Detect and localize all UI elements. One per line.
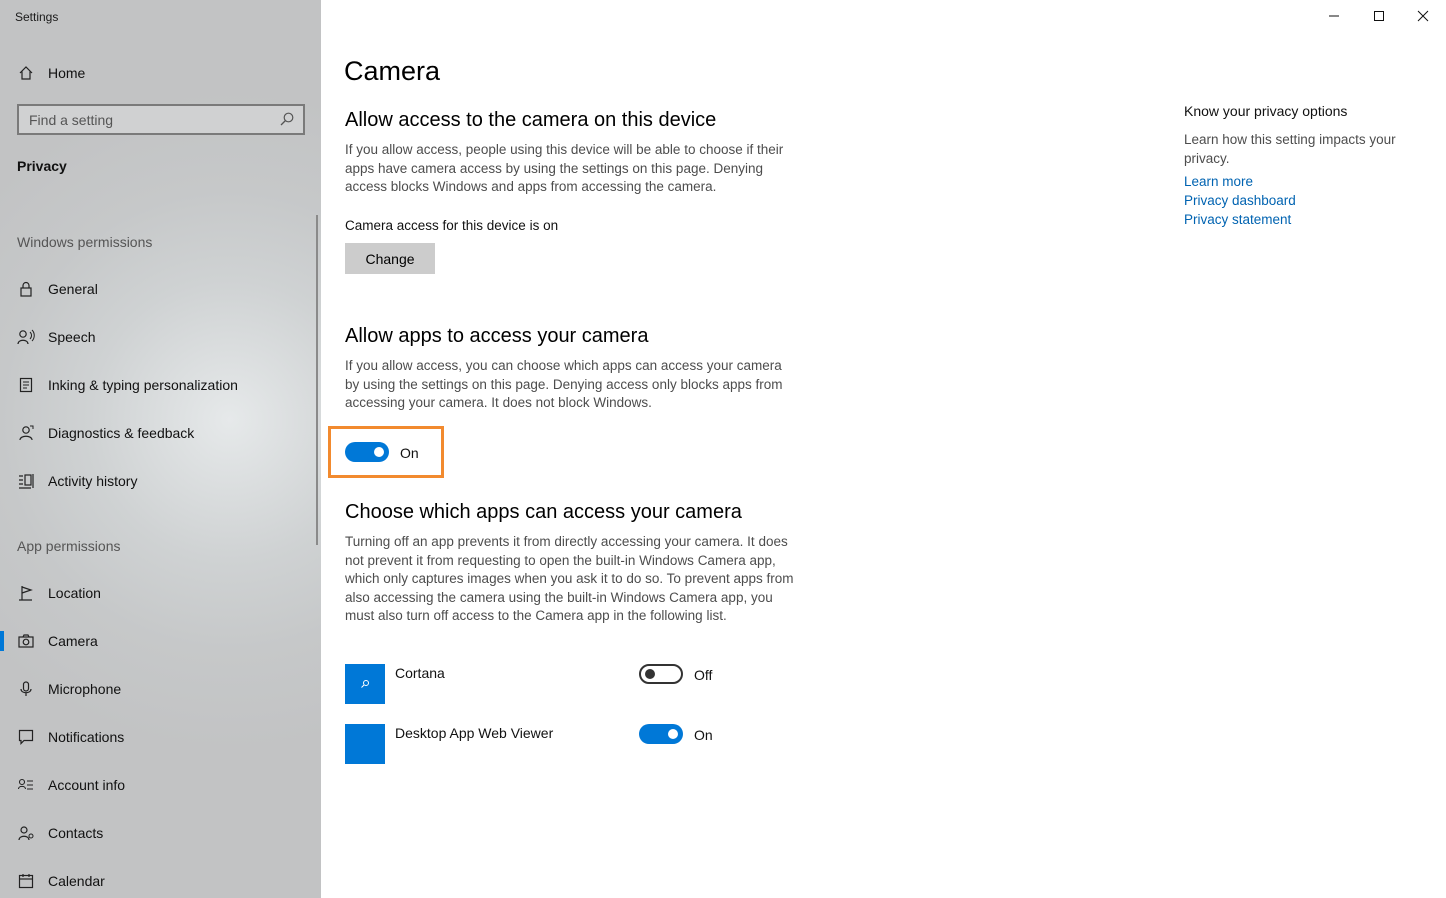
calendar-icon — [17, 872, 35, 890]
sidebar-item-label: Activity history — [48, 473, 138, 489]
sidebar-item-inking[interactable]: Inking & typing personalization — [0, 365, 321, 405]
activity-icon — [17, 472, 35, 490]
desktop-app-web-viewer-icon — [345, 724, 385, 764]
sidebar-item-diagnostics[interactable]: Diagnostics & feedback — [0, 413, 321, 453]
apps-access-toggle-state: On — [400, 445, 419, 461]
apps-access-description: If you allow access, you can choose whic… — [345, 358, 783, 411]
app-name: Desktop App Web Viewer — [395, 725, 554, 741]
sidebar-item-label: Location — [48, 585, 101, 601]
device-access-description: If you allow access, people using this d… — [345, 142, 784, 195]
page-title: Camera — [344, 56, 441, 86]
search-icon[interactable] — [279, 111, 295, 132]
change-button[interactable]: Change — [345, 243, 435, 274]
sidebar-item-label: Inking & typing personalization — [48, 377, 238, 393]
sidebar-item-label: Notifications — [48, 729, 125, 745]
sidebar-item-label: Calendar — [48, 873, 105, 889]
search-box[interactable] — [17, 104, 305, 135]
section-header-windows-permissions: Windows permissions — [17, 234, 153, 250]
lock-icon — [17, 280, 35, 298]
sidebar-item-contacts[interactable]: Contacts — [0, 813, 321, 853]
desktop-app-web-viewer-toggle-state: On — [694, 727, 713, 743]
notifications-icon — [17, 728, 35, 746]
category-heading: Privacy — [17, 158, 67, 174]
sidebar-item-camera[interactable]: Camera — [0, 621, 321, 661]
home-icon — [17, 64, 35, 82]
microphone-icon — [17, 680, 35, 698]
speech-icon — [17, 328, 35, 346]
sidebar-item-label: Microphone — [48, 681, 122, 697]
sidebar-item-label: Speech — [48, 329, 96, 345]
cortana-toggle-state: Off — [694, 667, 713, 683]
sidebar-item-label: General — [48, 281, 98, 297]
privacy-dashboard-link[interactable]: Privacy dashboard — [1184, 193, 1296, 208]
choose-apps-description: Turning off an app prevents it from dire… — [345, 534, 794, 624]
sidebar-item-label: Home — [48, 65, 86, 81]
camera-icon — [17, 632, 35, 650]
inking-icon — [17, 376, 35, 394]
location-icon — [17, 584, 35, 602]
sidebar-item-activity-history[interactable]: Activity history — [0, 461, 321, 501]
sidebar-item-notifications[interactable]: Notifications — [0, 717, 321, 757]
device-access-status: Camera access for this device is on — [345, 218, 559, 233]
desktop-app-web-viewer-toggle[interactable] — [639, 724, 683, 744]
device-access-heading: Allow access to the camera on this devic… — [345, 109, 717, 131]
minimize-button[interactable] — [1311, 0, 1357, 32]
sidebar-item-general[interactable]: General — [0, 269, 321, 309]
sidebar-item-speech[interactable]: Speech — [0, 317, 321, 357]
sidebar-item-label: Camera — [48, 633, 98, 649]
search-icon — [361, 680, 369, 688]
apps-access-heading: Allow apps to access your camera — [345, 325, 649, 347]
apps-access-toggle[interactable] — [345, 442, 389, 462]
close-icon — [1417, 10, 1429, 22]
cortana-app-icon — [345, 664, 385, 704]
maximize-button[interactable] — [1356, 0, 1402, 32]
privacy-options-title: Know your privacy options — [1184, 103, 1348, 119]
choose-apps-heading: Choose which apps can access your camera — [345, 501, 742, 523]
cortana-toggle[interactable] — [639, 664, 683, 684]
sidebar-item-label: Contacts — [48, 825, 104, 841]
close-button[interactable] — [1400, 0, 1446, 32]
diagnostics-icon — [17, 424, 35, 442]
section-header-app-permissions: App permissions — [17, 538, 121, 554]
sidebar: Settings Home Privacy Windows permission… — [0, 0, 321, 898]
privacy-statement-link[interactable]: Privacy statement — [1184, 212, 1291, 227]
account-info-icon — [17, 776, 35, 794]
sidebar-item-label: Diagnostics & feedback — [48, 425, 195, 441]
contacts-icon — [17, 824, 35, 842]
window-title: Settings — [15, 10, 59, 24]
app-name: Cortana — [395, 665, 445, 681]
sidebar-item-account-info[interactable]: Account info — [0, 765, 321, 805]
sidebar-item-microphone[interactable]: Microphone — [0, 669, 321, 709]
sidebar-item-location[interactable]: Location — [0, 573, 321, 613]
maximize-icon — [1374, 11, 1384, 21]
sidebar-item-calendar[interactable]: Calendar — [0, 861, 321, 898]
learn-more-link[interactable]: Learn more — [1184, 174, 1253, 189]
sidebar-item-label: Account info — [48, 777, 126, 793]
privacy-options-description: Learn how this setting impacts your priv… — [1184, 132, 1396, 166]
sidebar-item-home[interactable]: Home — [0, 53, 321, 93]
search-input[interactable] — [19, 111, 269, 128]
minimize-icon — [1329, 15, 1339, 17]
sidebar-scrollbar[interactable] — [316, 215, 318, 545]
